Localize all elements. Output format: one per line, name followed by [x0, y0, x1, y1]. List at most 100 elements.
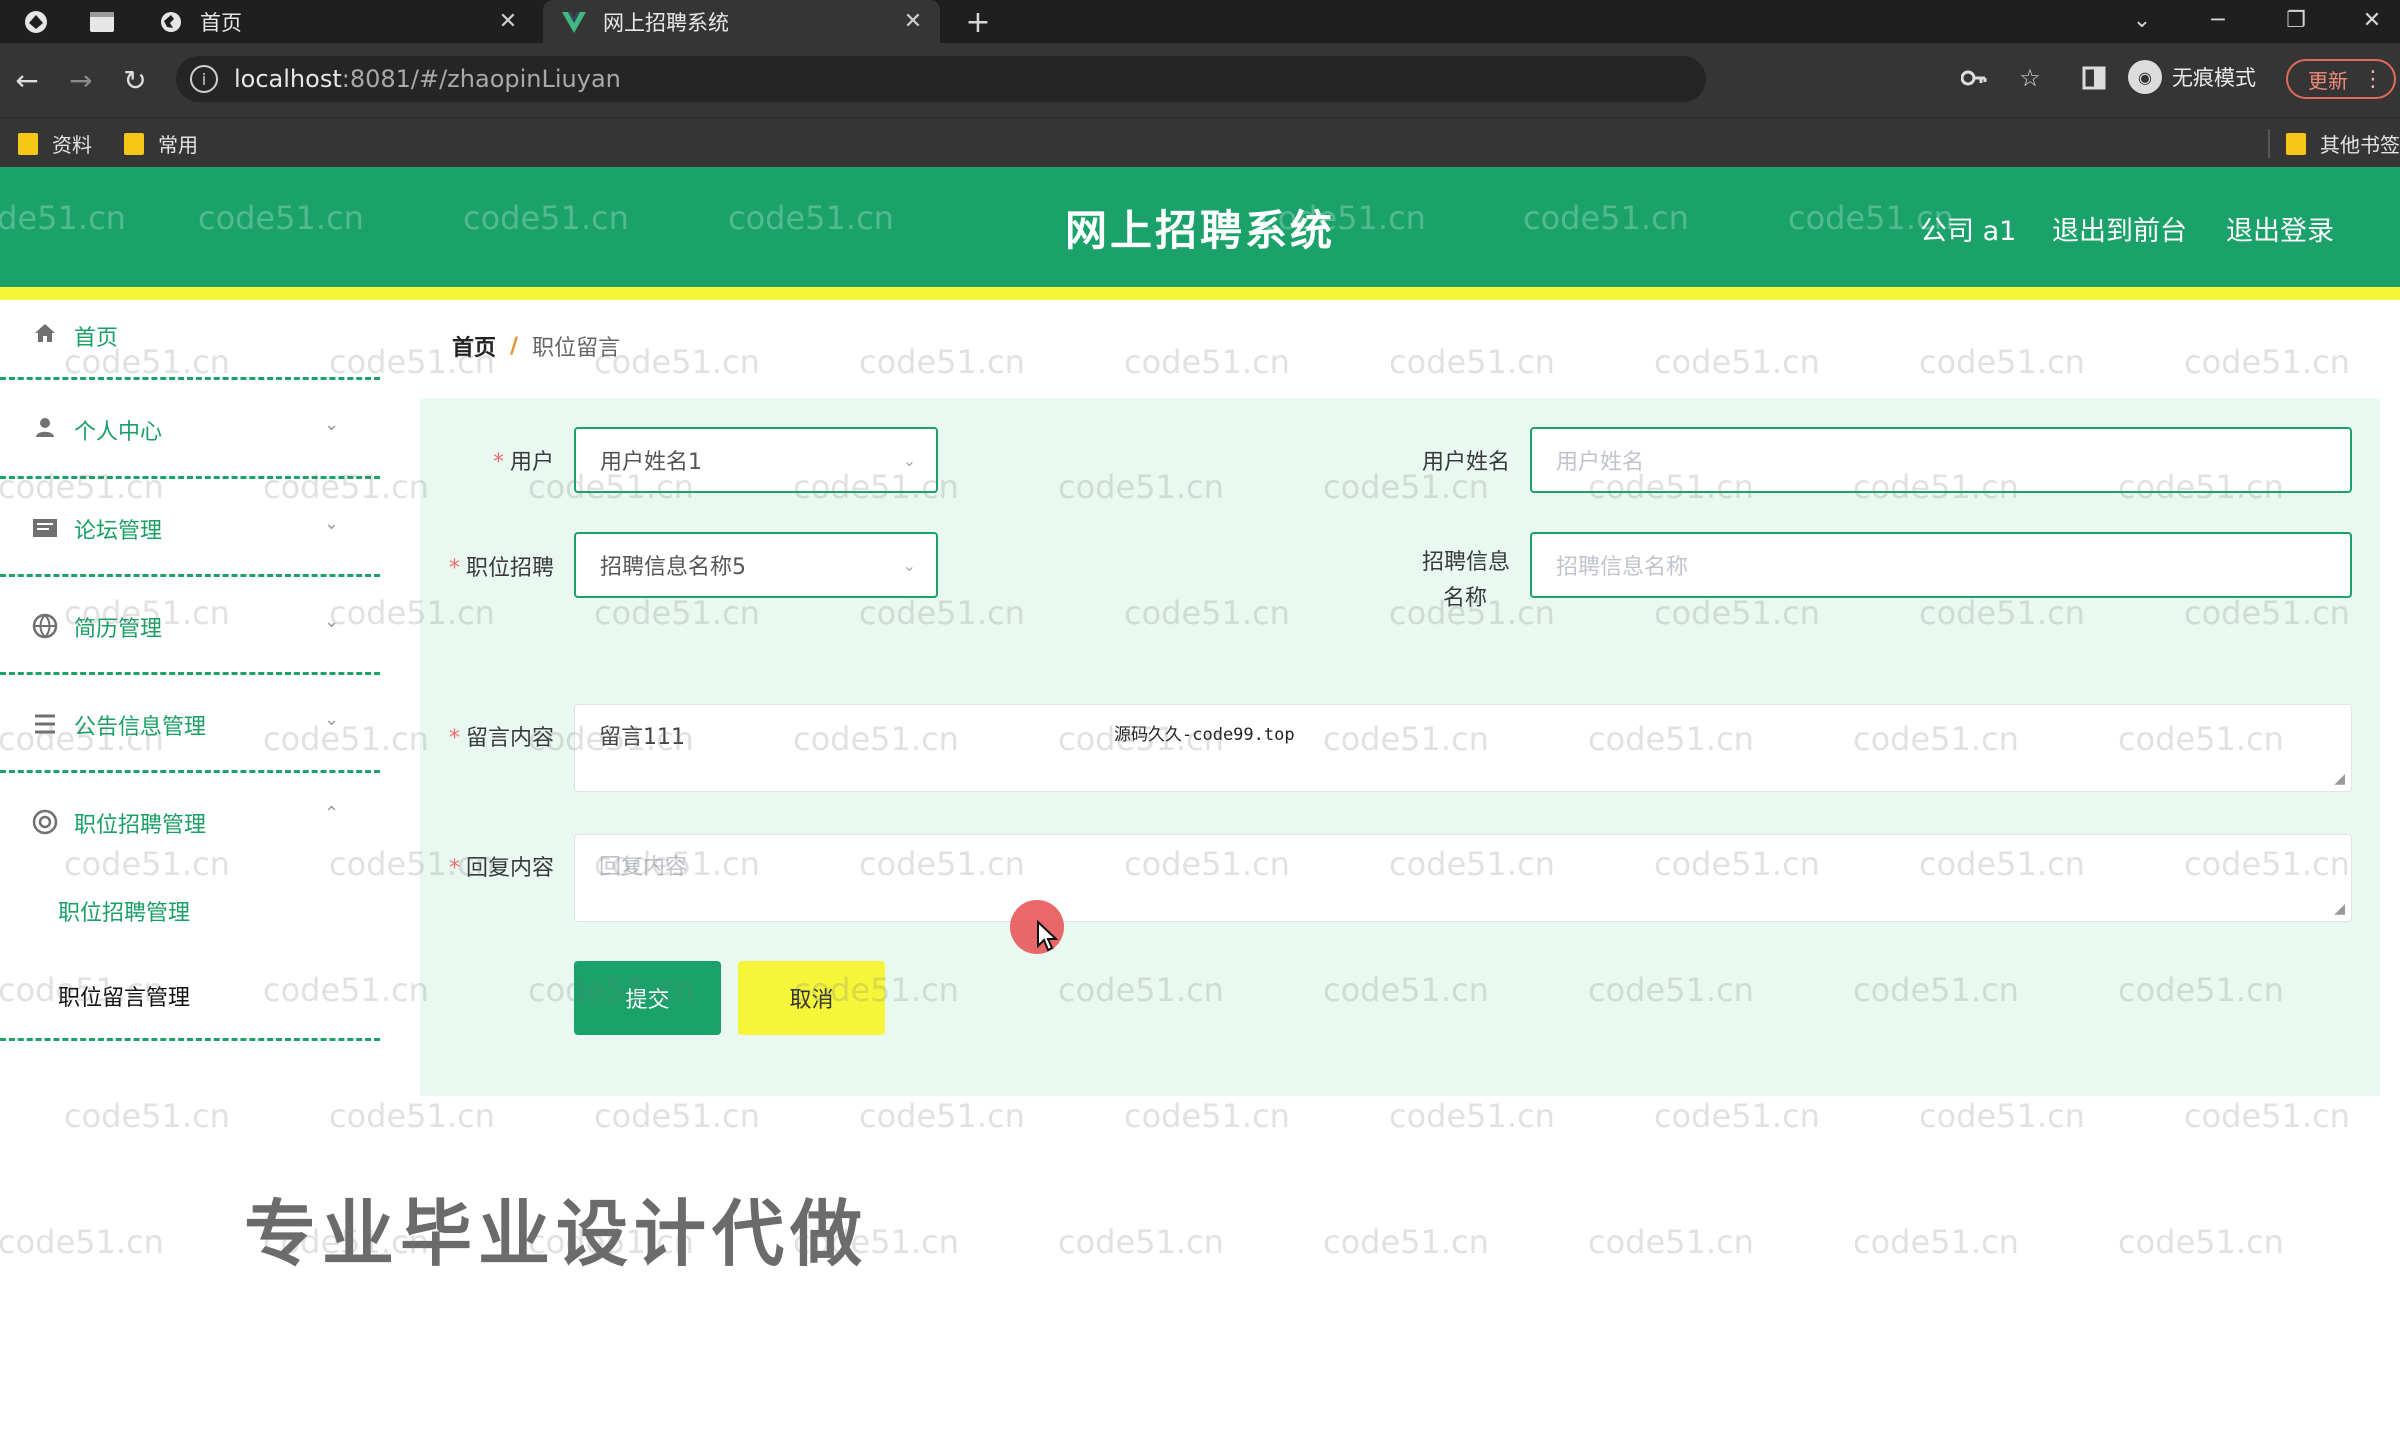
breadcrumb-home[interactable]: 首页 — [452, 330, 496, 362]
header-accent-bar — [0, 287, 2400, 300]
bookmark-folder-resources[interactable]: 资料 — [18, 129, 92, 158]
incognito-indicator[interactable]: ◉ 无痕模式 — [2128, 60, 2256, 94]
sidebar-item-label: 首页 — [74, 326, 119, 351]
sidebar-item-job-recruitment[interactable]: 职位招聘管理 ⌃ 职位招聘管理 职位留言管理 — [0, 773, 380, 1041]
chevron-down-icon: ⌄ — [902, 450, 916, 470]
user-select[interactable]: 用户姓名1 ⌄ — [574, 427, 938, 493]
reload-icon[interactable]: ↻ — [118, 63, 152, 97]
bookmarks-bar: 资料 常用 其他书签 — [0, 117, 2400, 167]
watermark: code51.cn — [2118, 1223, 2284, 1261]
folder-icon — [18, 132, 38, 155]
reply-textarea[interactable]: 回复内容 ◢ — [574, 834, 2352, 922]
forum-icon — [30, 513, 60, 543]
breadcrumb: 首页 / 职位留言 — [452, 330, 620, 362]
chevron-up-icon: ⌃ — [324, 803, 340, 824]
sidebar-item-resume[interactable]: 简历管理 ⌄ — [0, 577, 380, 675]
other-bookmarks-label: 其他书签 — [2320, 133, 2400, 157]
tab-recruitment-system[interactable]: 网上招聘系统 ✕ — [543, 0, 940, 43]
incognito-icon: ◉ — [2128, 60, 2162, 94]
watermark: code51.cn — [1389, 1097, 1555, 1135]
url-text: localhost:8081/#/zhaopinLiuyan — [234, 65, 621, 93]
job-select[interactable]: 招聘信息名称5 ⌄ — [574, 532, 938, 598]
watermark: code51.cn — [1654, 1097, 1820, 1135]
watermark: code51.cn — [1323, 1223, 1489, 1261]
tab-title: 网上招聘系统 — [603, 10, 729, 35]
restore-icon[interactable]: ❐ — [2278, 4, 2314, 36]
list-icon — [30, 709, 60, 739]
other-bookmarks[interactable]: 其他书签 — [2268, 129, 2400, 158]
message-label: * 留言内容 — [448, 726, 554, 751]
chevron-down-icon: ⌄ — [324, 709, 340, 730]
watermark: code51.cn — [1654, 343, 1820, 381]
tab-search-chevron-icon[interactable]: ⌄ — [2124, 4, 2160, 36]
update-button[interactable]: 更新 ⋮ — [2286, 59, 2396, 99]
sidebar-item-label: 论坛管理 — [74, 519, 163, 544]
overlay-watermark-note: 源码久久-code99.top — [1114, 725, 1295, 745]
back-icon[interactable]: ← — [10, 63, 44, 97]
jobinfo-field[interactable]: 招聘信息名称 — [1530, 532, 2352, 598]
current-user: 公司 a1 — [1920, 216, 2017, 247]
user-select-value: 用户姓名1 — [600, 450, 702, 475]
sidebar-item-label: 公告信息管理 — [74, 715, 207, 740]
tab-home[interactable]: 首页 ✕ — [140, 0, 535, 43]
promo-overlay-text: 专业毕业设计代做 — [244, 1192, 869, 1276]
watermark: code51.cn — [1919, 1097, 2085, 1135]
close-icon[interactable]: ✕ — [898, 7, 928, 37]
more-menu-icon[interactable]: ⋮ — [2362, 67, 2384, 92]
sidebar-subitem-job-management[interactable]: 职位招聘管理 — [58, 895, 190, 927]
bookmark-label: 资料 — [52, 133, 92, 157]
sidebar-item-forum[interactable]: 论坛管理 ⌄ — [0, 479, 380, 577]
url-bar[interactable]: i localhost:8081/#/zhaopinLiuyan — [176, 56, 1706, 102]
minimize-icon[interactable]: ─ — [2200, 4, 2236, 36]
watermark: code51.cn — [1853, 1223, 2019, 1261]
site-info-icon[interactable]: i — [190, 65, 218, 93]
update-label: 更新 — [2308, 68, 2348, 93]
cancel-button[interactable]: 取消 — [738, 961, 885, 1035]
watermark: code51.cn — [1389, 343, 1555, 381]
breadcrumb-separator: / — [510, 333, 519, 359]
forward-icon[interactable]: → — [64, 63, 98, 97]
key-icon[interactable] — [1958, 62, 1990, 94]
sidebar-subitem-job-messages[interactable]: 职位留言管理 — [58, 980, 190, 1012]
mouse-pointer-icon — [1036, 919, 1060, 963]
job-label: * 职位招聘 — [448, 556, 554, 581]
exit-to-front-link[interactable]: 退出到前台 — [2052, 209, 2187, 248]
sidebar-item-label: 个人中心 — [74, 420, 163, 445]
tab-title: 首页 — [200, 10, 242, 35]
app-title: 网上招聘系统 — [1064, 206, 1335, 255]
resize-grip-icon[interactable]: ◢ — [2334, 771, 2345, 787]
app-header: code51.cn code51.cn code51.cn code51.cn … — [0, 167, 2400, 287]
chevron-down-icon: ⌄ — [324, 513, 340, 534]
username-field[interactable]: 用户姓名 — [1530, 427, 2352, 493]
resize-grip-icon[interactable]: ◢ — [2334, 901, 2345, 917]
watermark: code51.cn — [1124, 1097, 1290, 1135]
reply-placeholder: 回复内容 — [599, 855, 688, 880]
bookmark-label: 常用 — [158, 133, 198, 157]
globe-icon — [156, 7, 186, 37]
reply-label: * 回复内容 — [448, 856, 554, 881]
sidebar-item-personal-center[interactable]: 个人中心 ⌄ — [0, 380, 380, 479]
logout-link[interactable]: 退出登录 — [2226, 209, 2334, 248]
browser-app-icon[interactable] — [22, 8, 50, 36]
sidebar-item-label: 简历管理 — [74, 617, 163, 642]
breadcrumb-current: 职位留言 — [532, 336, 621, 361]
user-icon — [30, 412, 60, 442]
incognito-label: 无痕模式 — [2172, 66, 2256, 90]
side-panel-icon[interactable] — [2078, 62, 2110, 94]
message-textarea[interactable]: 留言111 ◢ — [574, 704, 2352, 792]
submit-button[interactable]: 提交 — [574, 961, 721, 1035]
bookmark-star-icon[interactable]: ☆ — [2014, 62, 2046, 94]
sidebar-item-announcements[interactable]: 公告信息管理 ⌄ — [0, 675, 380, 773]
sidebar-item-home[interactable]: 首页 — [0, 300, 380, 380]
user-label: * 用户 — [492, 450, 554, 475]
watermark: code51.cn — [594, 1097, 760, 1135]
watermark: code51.cn — [1124, 343, 1290, 381]
watermark: code51.cn — [859, 343, 1025, 381]
watermark: code51.cn — [2184, 1097, 2350, 1135]
tab-overview-icon[interactable] — [88, 8, 116, 36]
bookmark-folder-common[interactable]: 常用 — [124, 129, 198, 158]
job-select-value: 招聘信息名称5 — [600, 555, 746, 580]
close-icon[interactable]: ✕ — [493, 7, 523, 37]
new-tab-icon[interactable]: + — [962, 5, 994, 40]
window-close-icon[interactable]: ✕ — [2354, 4, 2390, 36]
